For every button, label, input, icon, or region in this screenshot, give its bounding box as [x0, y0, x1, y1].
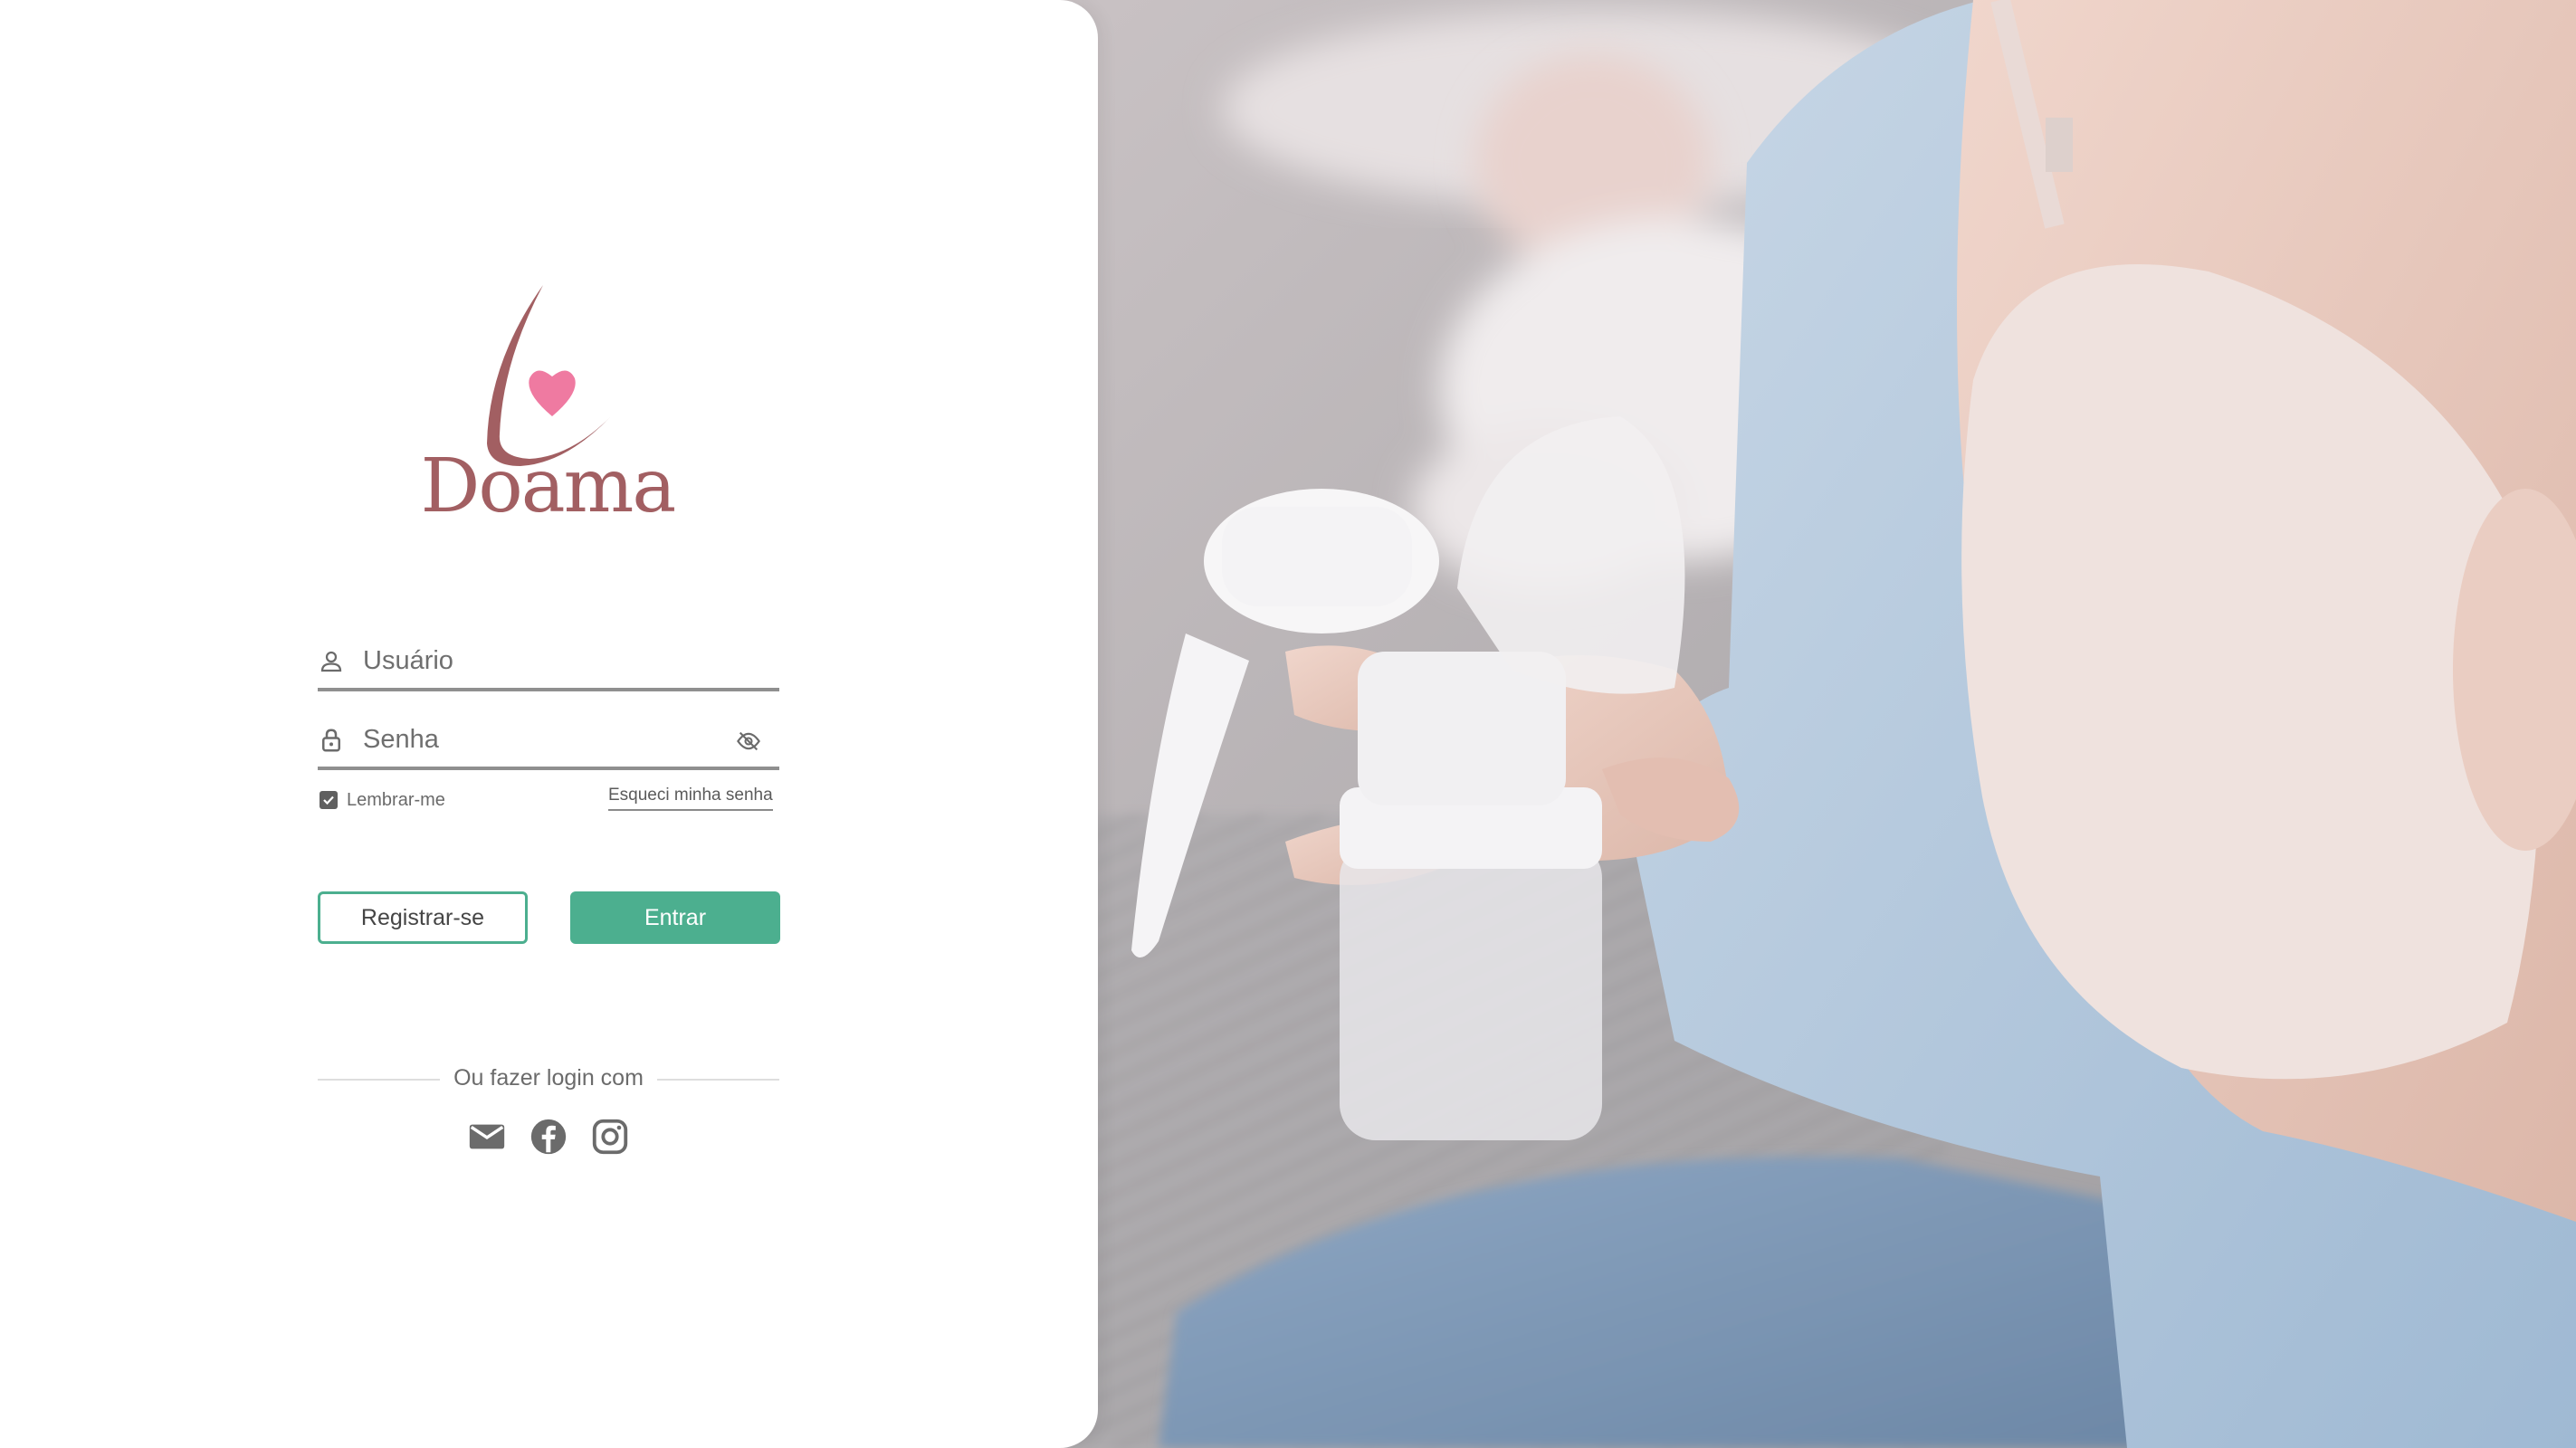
lock-icon [318, 727, 345, 754]
password-field [318, 712, 779, 770]
login-panel: Doama Lembrar-me Esqueci minha senha Reg [0, 0, 1098, 1448]
login-button[interactable]: Entrar [570, 891, 780, 944]
password-input[interactable] [363, 719, 725, 759]
divider-line-right [657, 1079, 779, 1081]
brand-logo: Doama [416, 272, 688, 543]
username-input[interactable] [363, 641, 725, 681]
remember-me-checkbox[interactable]: Lembrar-me [320, 787, 445, 813]
username-field [318, 634, 779, 691]
mail-icon[interactable] [466, 1116, 508, 1157]
social-login-buttons [466, 1116, 631, 1157]
remember-me-label: Lembrar-me [347, 789, 445, 810]
facebook-icon[interactable] [528, 1116, 569, 1157]
social-divider: Ou fazer login com [318, 1063, 779, 1094]
brand-name: Doama [420, 443, 677, 529]
register-button[interactable]: Registrar-se [318, 891, 528, 944]
hero-photo [1041, 0, 2576, 1448]
checkbox-checked-icon [320, 791, 338, 809]
forgot-password-link[interactable]: Esqueci minha senha [608, 786, 773, 811]
login-page: Doama Lembrar-me Esqueci minha senha Reg [0, 0, 2576, 1448]
instagram-icon[interactable] [589, 1116, 631, 1157]
eye-off-icon[interactable] [736, 729, 761, 754]
user-icon [318, 648, 345, 675]
